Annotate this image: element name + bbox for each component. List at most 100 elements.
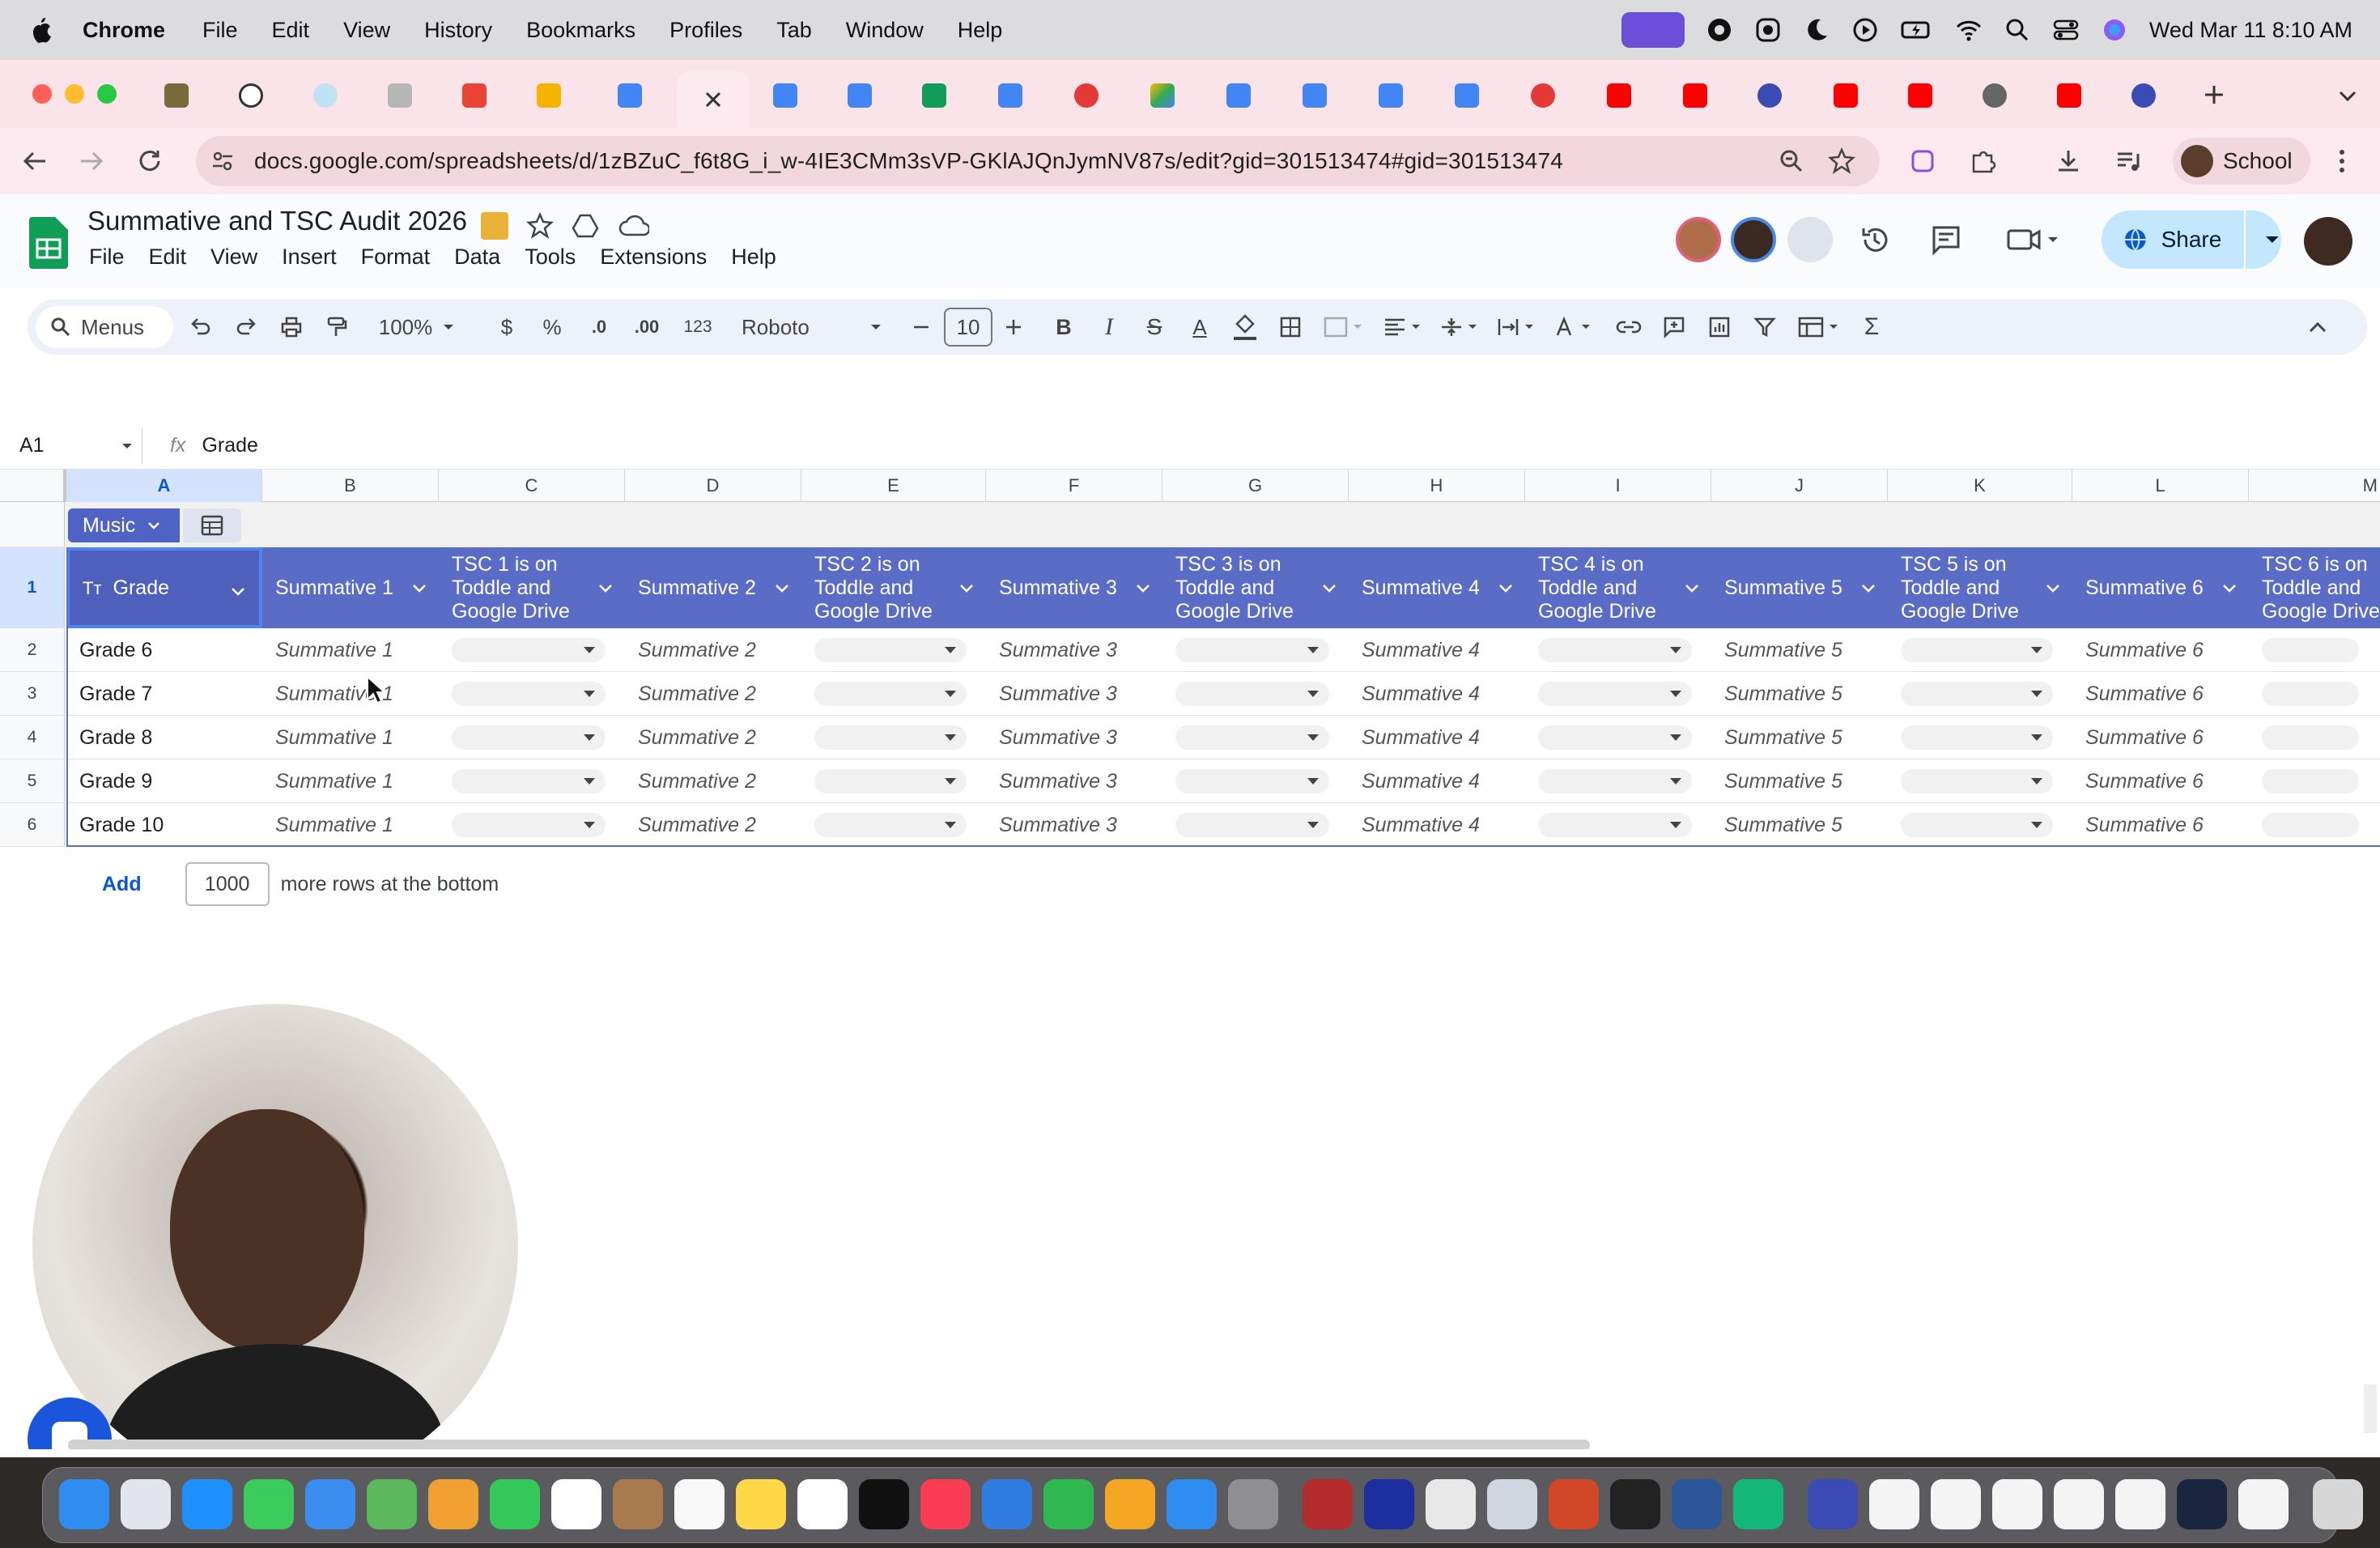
move-to-drive-icon[interactable]	[572, 212, 599, 240]
horizontal-scrollbar[interactable]	[68, 1440, 1590, 1449]
powerpoint-icon[interactable]	[1549, 1479, 1599, 1529]
document-thumbnail-icon[interactable]	[1931, 1479, 1981, 1529]
select-all-corner[interactable]	[0, 470, 66, 502]
webcam-overlay[interactable]	[32, 1004, 518, 1449]
browser-tab[interactable]	[1585, 71, 1653, 120]
screenshot-thumbnail-icon[interactable]	[2177, 1479, 2227, 1529]
launchpad-icon[interactable]	[121, 1479, 171, 1529]
extensions-puzzle-icon[interactable]	[1969, 147, 1996, 175]
browser-tab[interactable]	[440, 71, 508, 120]
photos-icon[interactable]	[428, 1479, 478, 1529]
filter-icon[interactable]	[1753, 316, 1776, 338]
pages-icon[interactable]	[1105, 1479, 1155, 1529]
print-icon[interactable]	[280, 316, 303, 338]
browser-tab[interactable]	[826, 71, 894, 120]
fill-color-icon[interactable]	[1230, 313, 1260, 342]
percent-format-button[interactable]: %	[538, 300, 567, 355]
forward-arrow-icon[interactable]	[78, 147, 105, 175]
menu-insert[interactable]: Insert	[282, 245, 337, 270]
star-icon[interactable]	[526, 212, 554, 240]
maps-icon[interactable]	[367, 1479, 417, 1529]
apple-tv-icon[interactable]	[859, 1479, 909, 1529]
table-view-icon[interactable]	[1797, 316, 1839, 338]
font-size-input[interactable]: 10	[944, 308, 992, 347]
reload-icon[interactable]	[136, 147, 164, 175]
menu-file[interactable]: File	[89, 245, 125, 270]
extension-icon[interactable]	[1909, 147, 1936, 175]
document-thumbnail-icon[interactable]	[2054, 1479, 2104, 1529]
browser-tab[interactable]	[1509, 71, 1577, 120]
mail-icon[interactable]	[305, 1479, 355, 1529]
currency-format-button[interactable]: $	[492, 300, 521, 355]
site-info-icon[interactable]	[209, 147, 236, 175]
reminders-icon[interactable]	[674, 1479, 725, 1529]
tab-close-icon[interactable]	[703, 89, 724, 110]
account-avatar[interactable]	[2304, 217, 2352, 266]
grammarly-icon[interactable]	[1733, 1479, 1783, 1529]
app-store-icon[interactable]	[1167, 1479, 1217, 1529]
borders-icon[interactable]	[1279, 316, 1302, 338]
browser-tab[interactable]	[142, 71, 210, 120]
table-name-chip[interactable]: Music	[68, 508, 180, 542]
tab-search-chevron-icon[interactable]	[2336, 84, 2359, 107]
dictionary-icon[interactable]	[1303, 1479, 1353, 1529]
active-browser-tab[interactable]	[677, 71, 750, 128]
vertical-scrollbar-track[interactable]	[2364, 1384, 2377, 1433]
safari-icon[interactable]	[182, 1479, 232, 1529]
messages-icon[interactable]	[244, 1479, 294, 1529]
version-history-icon[interactable]	[1859, 223, 1891, 256]
facetime-icon[interactable]	[490, 1479, 540, 1529]
insert-chart-icon[interactable]	[1708, 316, 1731, 338]
contacts-icon[interactable]	[613, 1479, 663, 1529]
share-button[interactable]: Share	[2102, 211, 2281, 269]
apple-icon[interactable]	[29, 16, 53, 44]
column-header-g[interactable]: G	[1162, 470, 1349, 502]
bold-button[interactable]: B	[1049, 300, 1078, 355]
trash-icon[interactable]	[2313, 1479, 2363, 1529]
document-thumbnail-icon[interactable]	[1992, 1479, 2042, 1529]
decrease-font-size-icon[interactable]	[910, 316, 933, 338]
menubar-view[interactable]: View	[343, 18, 390, 43]
column-header-f[interactable]: F	[986, 470, 1162, 502]
browser-tab[interactable]	[1052, 71, 1120, 120]
music-icon[interactable]	[920, 1479, 971, 1529]
document-thumbnail-icon[interactable]	[2115, 1479, 2165, 1529]
column-header-k[interactable]: K	[1888, 470, 2072, 502]
browser-tab[interactable]	[366, 71, 434, 120]
menu-help[interactable]: Help	[731, 245, 776, 270]
row-header-4[interactable]: 4	[0, 716, 65, 759]
browser-tab[interactable]	[1886, 71, 1954, 120]
address-bar[interactable]: docs.google.com/spreadsheets/d/1zBZuC_f6…	[196, 136, 1880, 186]
close-window-button[interactable]	[32, 84, 52, 104]
italic-button[interactable]: I	[1094, 300, 1124, 355]
text-rotation-icon[interactable]	[1553, 316, 1592, 338]
menubar-clock[interactable]: Wed Mar 11 8:10 AM	[2149, 18, 2352, 43]
add-rows-button[interactable]: Add	[102, 873, 142, 896]
grammarly-docs-icon[interactable]	[1808, 1479, 1858, 1529]
row-header-2[interactable]: 2	[0, 628, 65, 672]
menubar-file[interactable]: File	[202, 18, 238, 43]
scrivener-icon[interactable]	[1364, 1479, 1414, 1529]
meet-call-icon[interactable]	[2006, 223, 2063, 256]
browser-tab[interactable]	[291, 71, 359, 120]
zoom-window-button[interactable]	[97, 84, 117, 104]
browser-tab[interactable]	[1281, 71, 1349, 120]
column-header-l[interactable]: L	[2072, 470, 2249, 502]
strikethrough-button[interactable]: S	[1140, 300, 1169, 355]
functions-button[interactable]: Σ	[1859, 300, 1885, 355]
menu-edit[interactable]: Edit	[149, 245, 187, 270]
notes-icon[interactable]	[736, 1479, 786, 1529]
increase-font-size-icon[interactable]	[1002, 316, 1025, 338]
word-icon[interactable]	[1672, 1479, 1722, 1529]
terminal-icon[interactable]	[1610, 1479, 1660, 1529]
finder-icon[interactable]	[59, 1479, 109, 1529]
row-header-1[interactable]: 1	[0, 547, 65, 628]
calendar-icon[interactable]	[551, 1479, 601, 1529]
menubar-app-name[interactable]: Chrome	[83, 18, 165, 43]
now-playing-icon[interactable]	[1851, 16, 1879, 44]
new-tab-icon[interactable]	[2202, 83, 2226, 107]
document-thumbnail-icon[interactable]	[2238, 1479, 2289, 1529]
row-header-6[interactable]: 6	[0, 803, 65, 847]
font-select[interactable]: Roboto	[737, 300, 887, 355]
preview-icon[interactable]	[1487, 1479, 1537, 1529]
